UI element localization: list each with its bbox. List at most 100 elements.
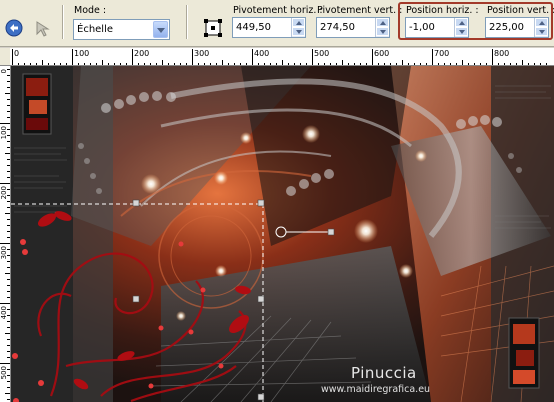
ruler-tick <box>7 165 10 166</box>
ruler-tick <box>7 171 10 172</box>
ruler-tick <box>5 393 10 394</box>
pivot-vert-input[interactable]: 274,50 <box>316 17 390 38</box>
pivot-vert-value: 274,50 <box>320 22 355 33</box>
handle-bottom-right <box>257 393 265 401</box>
ruler-tick <box>492 49 493 65</box>
ruler-label: 0 <box>14 49 20 58</box>
ruler-tick <box>0 243 10 244</box>
ruler-tick <box>0 183 10 184</box>
ruler-tick <box>7 177 10 178</box>
ruler-label: 100 <box>74 49 90 58</box>
pivot-horiz-input[interactable]: 449,50 <box>232 17 306 38</box>
ruler-label: 500 <box>0 366 8 380</box>
ruler-tick <box>7 225 10 226</box>
canvas-artwork <box>11 66 554 402</box>
position-vert-input[interactable]: 225,00 <box>485 17 549 38</box>
ruler-label: 200 <box>134 49 150 58</box>
reset-icon <box>5 19 23 37</box>
pivot-button[interactable] <box>203 18 223 38</box>
horizontal-ruler[interactable]: 0100200300400500600700800900 <box>10 48 554 66</box>
watermark-title: Pinuccia <box>351 364 417 382</box>
ruler-tick <box>7 267 10 268</box>
ruler-label: 300 <box>0 246 8 260</box>
pivot-vert-label: Pivotement vert. : <box>317 5 403 16</box>
handle-top-mid <box>132 199 140 207</box>
ruler-tick <box>312 49 313 65</box>
ruler-label: 600 <box>374 49 390 58</box>
ruler-tick <box>7 285 10 286</box>
ruler-tick <box>0 303 10 304</box>
ruler-tick <box>7 399 10 400</box>
ruler-tick <box>7 339 10 340</box>
ruler-tick <box>7 117 10 118</box>
watermark-url: www.maidiregrafica.eu <box>321 384 431 395</box>
ruler-tick <box>432 49 433 65</box>
ruler-tick <box>7 321 10 322</box>
ruler-tick <box>7 87 10 88</box>
toolbar-separator <box>62 5 64 39</box>
position-horiz-stepper[interactable] <box>454 18 468 37</box>
ruler-tick <box>7 201 10 202</box>
ruler-tick <box>7 327 10 328</box>
ruler-tick <box>7 219 10 220</box>
ruler-tick <box>252 49 253 65</box>
ruler-label: 300 <box>194 49 210 58</box>
pick-tool-icon <box>36 21 50 37</box>
ruler-label: 0 <box>0 69 8 74</box>
ruler-tick <box>7 207 10 208</box>
tool-options-bar: Mode : Échelle Pivotement horiz. : 449,5… <box>0 0 554 47</box>
ruler-tick <box>7 291 10 292</box>
mode-dropdown[interactable]: Échelle <box>73 19 170 40</box>
ruler-tick <box>7 159 10 160</box>
ruler-label: 700 <box>434 49 450 58</box>
ruler-tick <box>7 357 10 358</box>
pivot-horiz-stepper[interactable] <box>291 18 305 37</box>
ruler-tick <box>5 213 10 214</box>
ruler-tick <box>7 147 10 148</box>
ruler-tick <box>5 93 10 94</box>
ruler-tick <box>7 261 10 262</box>
ruler-tick <box>192 49 193 65</box>
apply-button[interactable] <box>33 18 53 38</box>
mode-label: Mode : <box>74 5 107 16</box>
pivot-vert-stepper[interactable] <box>375 18 389 37</box>
ruler-label: 100 <box>0 126 8 140</box>
vertical-ruler[interactable]: 0 100 200 300 400 500 <box>0 66 11 402</box>
app-window: Mode : Échelle Pivotement horiz. : 449,5… <box>0 0 554 402</box>
toolbar-separator <box>186 5 188 39</box>
ruler-tick <box>132 49 133 65</box>
ruler-label: 500 <box>314 49 330 58</box>
ruler-tick <box>7 75 10 76</box>
position-horiz-value: -1,00 <box>409 22 435 33</box>
ruler-tick <box>7 99 10 100</box>
position-vert-label: Position vert. : <box>487 5 554 16</box>
handle-mid-right <box>257 295 265 303</box>
position-horiz-label: Position horiz. : <box>406 5 479 16</box>
reset-button[interactable] <box>4 18 24 38</box>
ruler-label: 400 <box>0 306 8 320</box>
image-canvas[interactable]: Pinuccia www.maidiregrafica.eu <box>11 66 554 402</box>
ruler-tick <box>7 279 10 280</box>
ruler-tick <box>7 111 10 112</box>
ruler-tick <box>7 231 10 232</box>
ruler-tick <box>7 105 10 106</box>
ruler-label: 800 <box>494 49 510 58</box>
position-horiz-input[interactable]: -1,00 <box>405 17 469 38</box>
pivot-horiz-value: 449,50 <box>236 22 271 33</box>
ruler-tick <box>7 381 10 382</box>
ruler-tick <box>7 141 10 142</box>
ruler-tick <box>0 363 10 364</box>
position-vert-value: 225,00 <box>489 22 524 33</box>
ruler-tick <box>72 49 73 65</box>
ruler-label: 200 <box>0 186 8 200</box>
mode-dropdown-value: Échelle <box>77 24 114 35</box>
position-vert-stepper[interactable] <box>534 18 548 37</box>
ruler-tick <box>7 351 10 352</box>
chevron-down-icon[interactable] <box>153 21 168 38</box>
handle-top-right <box>257 199 265 207</box>
ruler-tick <box>12 49 13 65</box>
ruler-tick <box>5 153 10 154</box>
handle-mid-mid <box>132 295 140 303</box>
ruler-tick <box>0 123 10 124</box>
ruler-tick <box>7 345 10 346</box>
